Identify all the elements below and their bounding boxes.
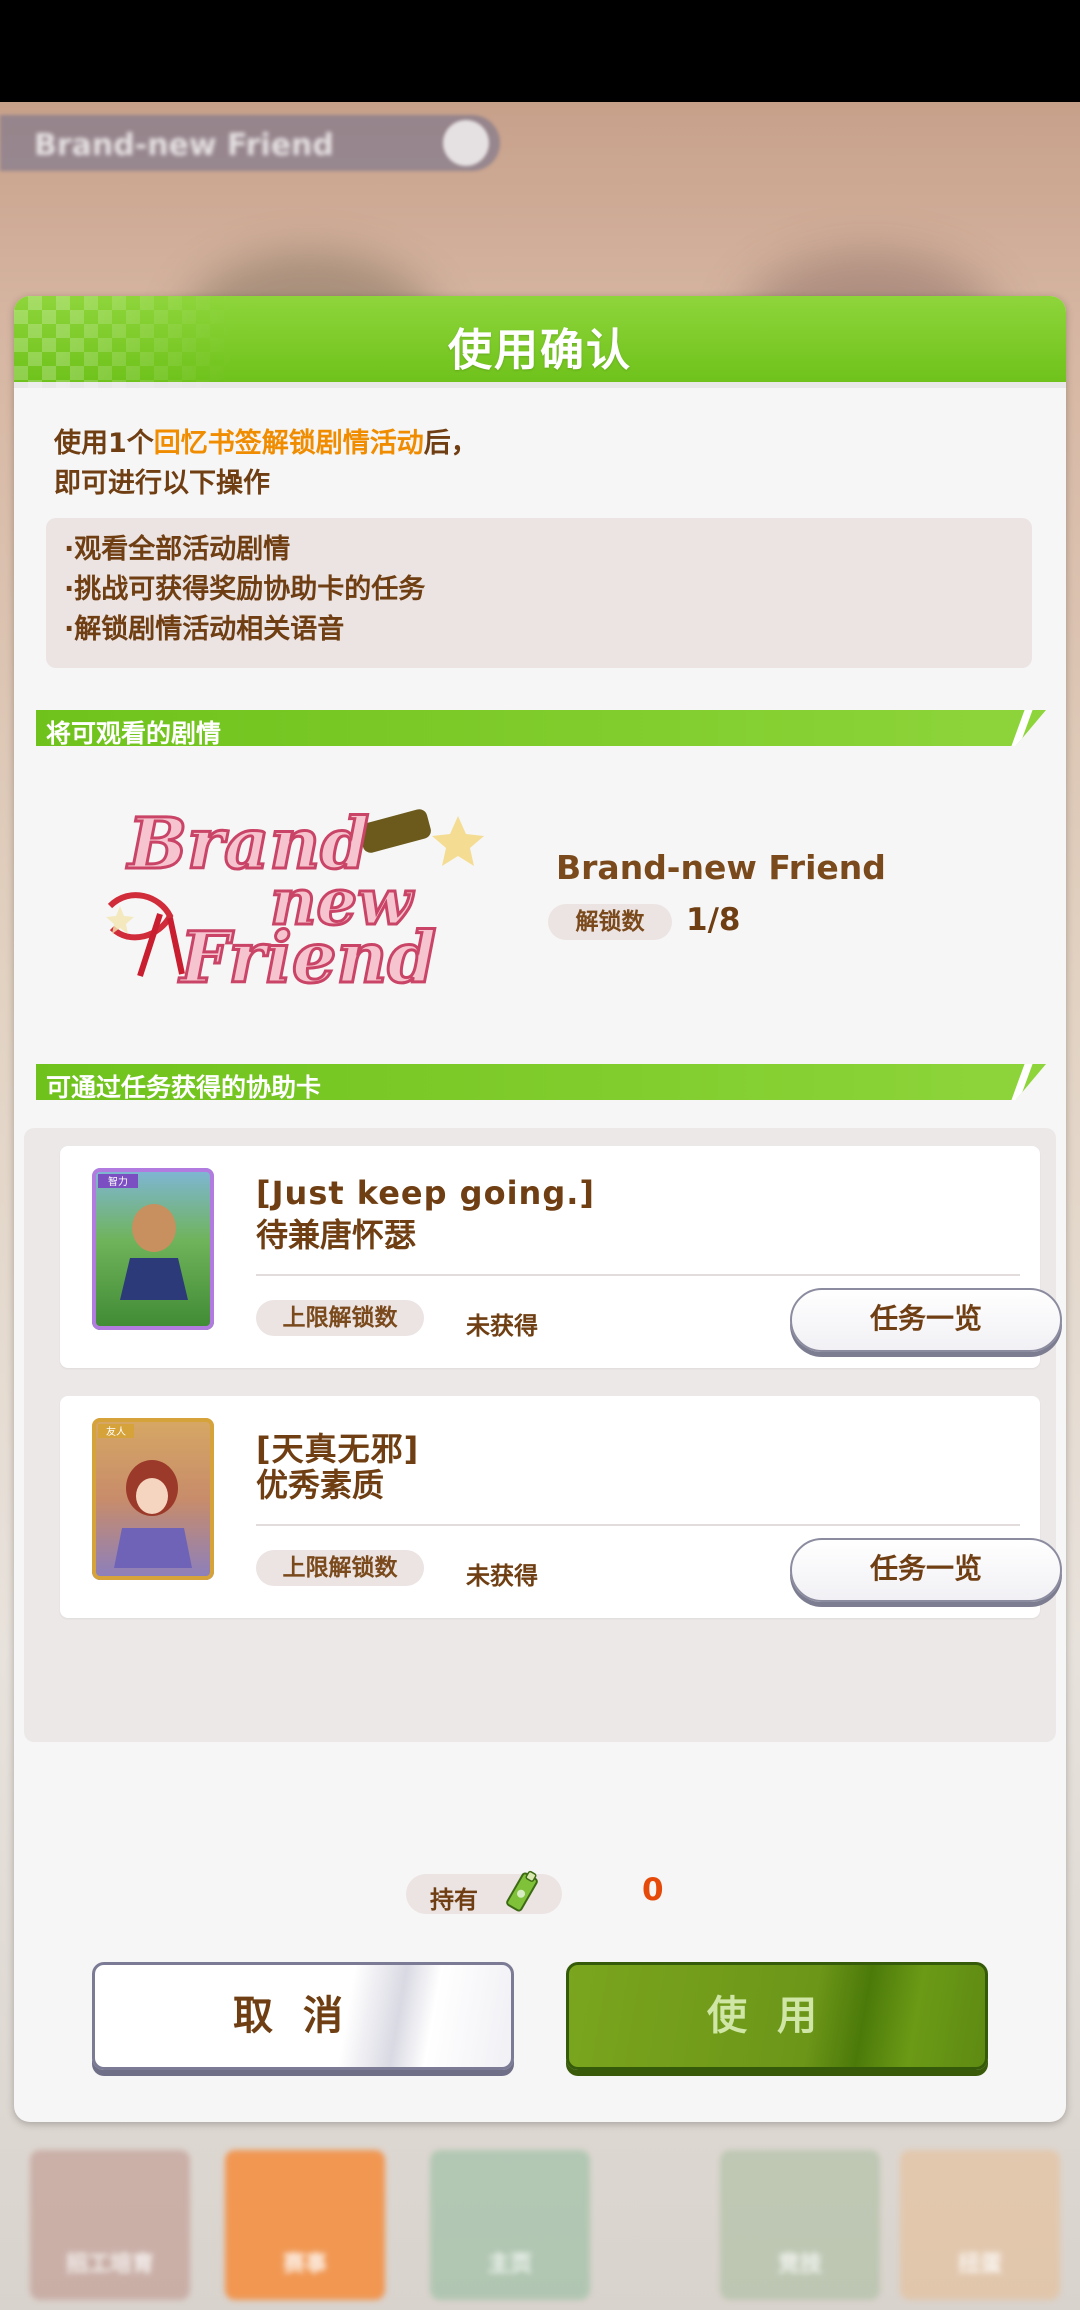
cancel-button-label: 取消 <box>233 1993 373 2039</box>
benefit-item: ·解锁剧情活动相关语音 <box>64 614 345 645</box>
hold-label: 持有 <box>430 1886 478 1914</box>
nav-label: 扭蛋 <box>957 2252 1002 2277</box>
support-card-thumbnail[interactable]: 友人 <box>92 1418 214 1580</box>
use-button-label: 使用 <box>707 1993 847 2039</box>
support-card-row: 友人 [天真无邪] 优秀素质 上限解锁数 未获得 任务一览 <box>60 1396 1062 1618</box>
support-card-row: 智力 [Just keep going.] 待兼唐怀瑟 上限解锁数 未获得 任务… <box>60 1146 1062 1368</box>
story-logo: Brand new Friend <box>106 801 484 996</box>
section-bar-decoration <box>1011 1064 1033 1100</box>
nav-item-training: 招工培育 <box>30 2150 190 2300</box>
dialog-header: 使用确认 <box>14 296 1066 388</box>
rarity-tag: 友人 <box>106 1425 126 1438</box>
section-header-cards: 可通过任务获得的协助卡 <box>36 1064 1046 1100</box>
divider <box>256 1524 1020 1526</box>
intro-line-1: 使用1个回忆书签解锁剧情活动后， <box>54 424 478 464</box>
nav-item-home: 主页 <box>430 2150 590 2300</box>
support-card-character: 待兼唐怀瑟 <box>256 1216 417 1254</box>
support-card-status: 未获得 <box>466 1312 538 1340</box>
divider <box>256 1274 1020 1276</box>
background-info-icon <box>443 120 489 166</box>
nav-item-gacha: 扭蛋 <box>900 2150 1060 2300</box>
logo-word-friend: Friend <box>178 916 436 996</box>
status-bar-area <box>0 0 1080 102</box>
benefit-item: ·观看全部活动剧情 <box>64 534 291 565</box>
hold-count-pill: 持有 <box>406 1870 562 1914</box>
intro-line-2: 即可进行以下操作 <box>54 468 270 499</box>
unlock-count-value: 1/8 <box>686 902 741 938</box>
use-confirm-dialog: 使用确认 使用1个回忆书签解锁剧情活动后， 即可进行以下操作 ·观看全部活动剧情… <box>14 296 1066 2122</box>
rarity-tag: 智力 <box>108 1175 128 1188</box>
dialog-title: 使用确认 <box>448 325 632 376</box>
benefit-item: ·挑战可获得奖励协助卡的任务 <box>64 574 426 605</box>
intro-highlight: 回忆书签解锁剧情活动 <box>153 428 424 459</box>
section-label: 将可观看的剧情 <box>46 719 222 748</box>
nav-label: 招工培育 <box>65 2252 154 2277</box>
story-name: Brand-new Friend <box>556 848 886 887</box>
support-card-status: 未获得 <box>466 1562 538 1590</box>
limit-unlock-label: 上限解锁数 <box>256 1300 424 1336</box>
nav-item-race: 赛事 <box>225 2150 385 2300</box>
support-card-title: [Just keep going.] <box>256 1174 595 1212</box>
bookmark-item-icon <box>506 1870 538 1912</box>
intro-text: 使用1个回忆书签解锁剧情活动后， 即可进行以下操作 <box>54 424 478 504</box>
section-bar-decoration <box>1011 710 1033 746</box>
nav-label: 赛事 <box>282 2252 327 2277</box>
support-cards-list: 智力 [Just keep going.] 待兼唐怀瑟 上限解锁数 未获得 任务… <box>24 1128 1062 1742</box>
background-story-title: Brand-new Friend <box>34 128 334 163</box>
support-card-character: 优秀素质 <box>256 1466 385 1504</box>
section-header-story: 将可观看的剧情 <box>36 710 1046 746</box>
bottom-nav-blurred: 招工培育 赛事 主页 竞技 扭蛋 <box>0 2130 1080 2310</box>
use-button[interactable]: 使用 <box>566 1962 988 2070</box>
mission-list-button[interactable]: 任务一览 <box>790 1288 1062 1352</box>
intro-prefix: 使用1个 <box>54 428 154 459</box>
intro-suffix: 后， <box>423 428 478 459</box>
nav-item-arena: 竞技 <box>720 2150 880 2300</box>
nav-label: 主页 <box>487 2252 532 2277</box>
cancel-button[interactable]: 取消 <box>92 1962 514 2070</box>
hold-count-value: 0 <box>642 1872 664 1908</box>
section-label: 可通过任务获得的协助卡 <box>46 1073 322 1102</box>
unlock-count-label: 解锁数 <box>548 904 672 940</box>
support-card-thumbnail[interactable]: 智力 <box>92 1168 214 1330</box>
benefits-box: ·观看全部活动剧情 ·挑战可获得奖励协助卡的任务 ·解锁剧情活动相关语音 <box>46 518 1032 668</box>
limit-unlock-label: 上限解锁数 <box>256 1550 424 1586</box>
nav-label: 竞技 <box>777 2252 822 2277</box>
mission-list-button[interactable]: 任务一览 <box>790 1538 1062 1602</box>
